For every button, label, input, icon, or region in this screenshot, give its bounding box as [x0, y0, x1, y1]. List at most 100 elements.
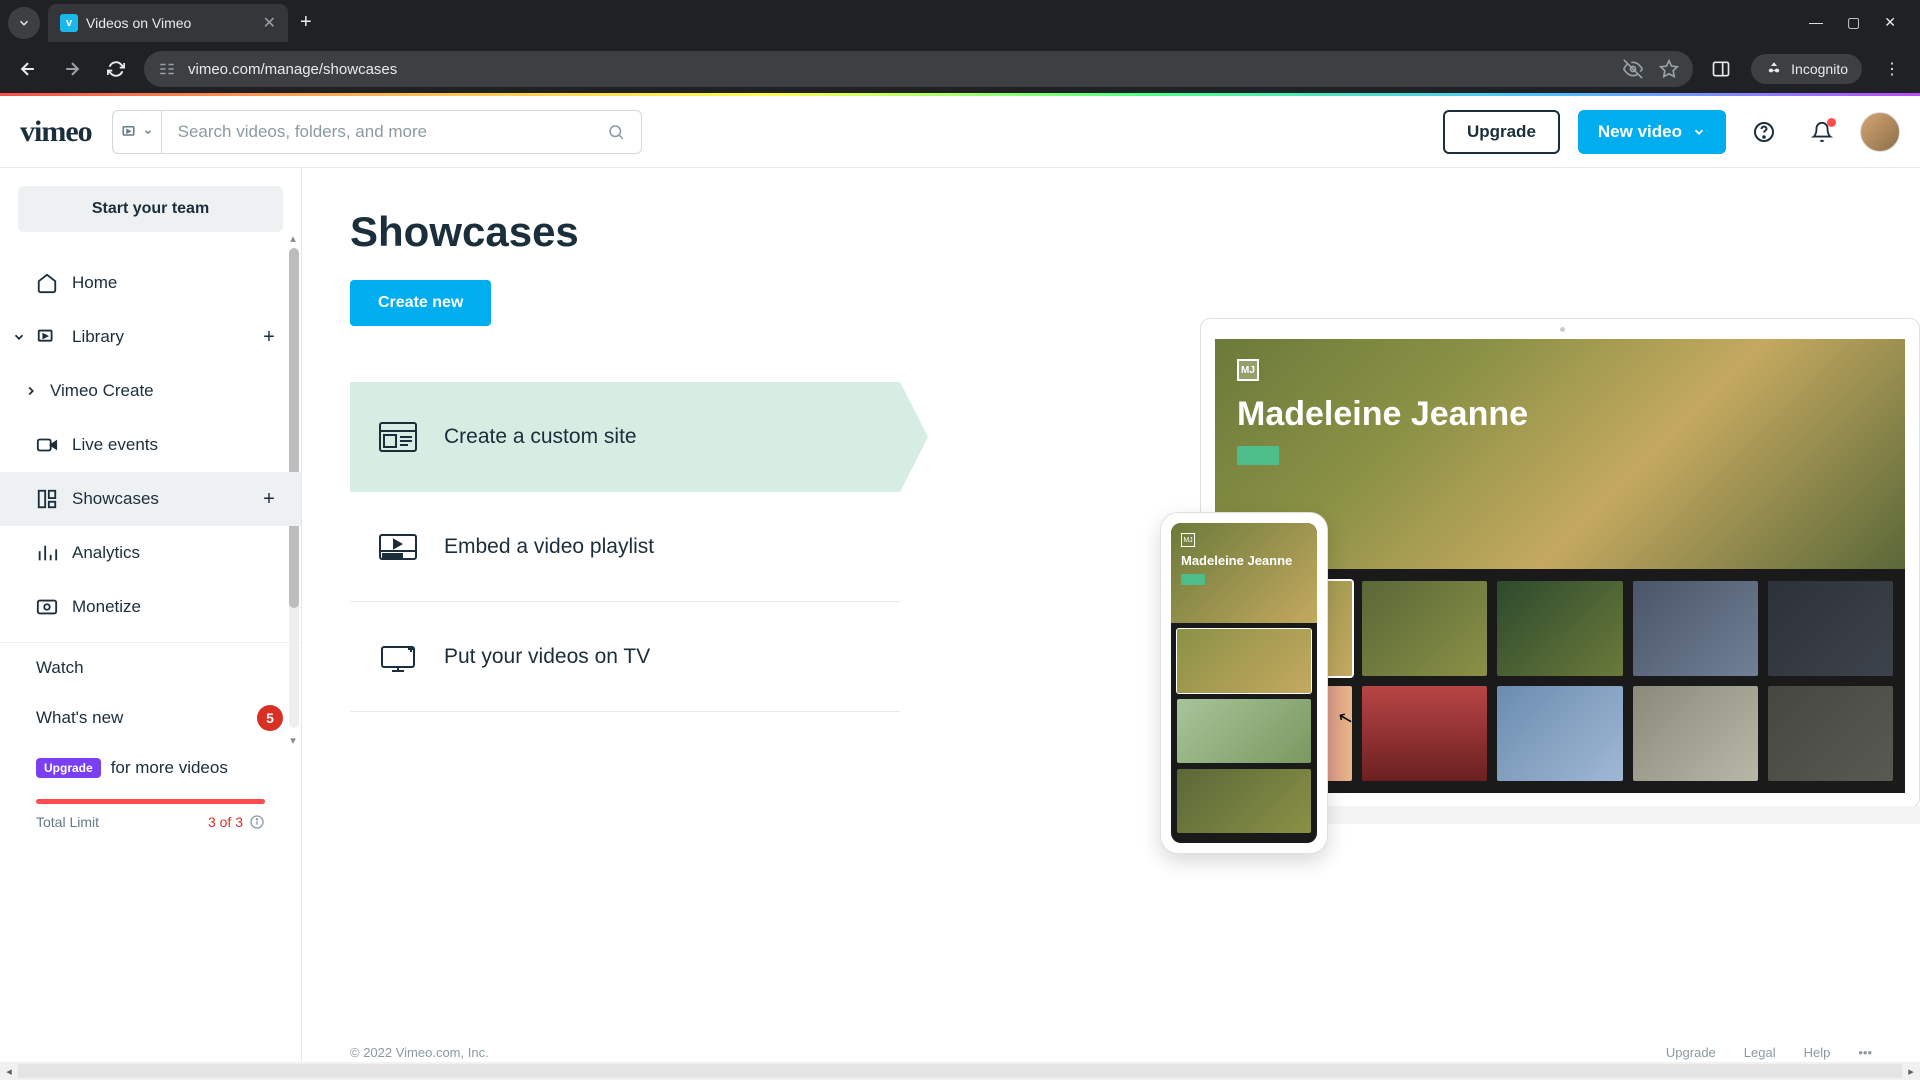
- app-root: vimeo Upgrade New video: [0, 96, 1920, 1062]
- sidebar-item-label: What's new: [36, 708, 123, 728]
- tv-icon: [378, 641, 418, 673]
- sidebar-item-label: Analytics: [72, 543, 140, 563]
- start-team-button[interactable]: Start your team: [18, 186, 283, 232]
- add-showcase-button[interactable]: +: [255, 485, 283, 513]
- close-window-button[interactable]: ✕: [1884, 14, 1896, 31]
- custom-site-icon: [378, 421, 418, 453]
- analytics-icon: [36, 542, 58, 564]
- preview-phone-item: [1177, 629, 1311, 693]
- sidebar-item-label: Monetize: [72, 597, 141, 617]
- total-limit-value: 3 of 3: [208, 814, 243, 830]
- new-video-label: New video: [1598, 122, 1682, 142]
- url-text: vimeo.com/manage/showcases: [188, 61, 397, 78]
- total-limit-label: Total Limit: [36, 814, 99, 830]
- preview-hero-title: Madeleine Jeanne: [1237, 395, 1883, 434]
- feature-label: Create a custom site: [444, 425, 637, 449]
- sidebar-item-label: Watch: [36, 658, 84, 678]
- chevron-down-icon[interactable]: [12, 330, 26, 344]
- tab-title: Videos on Vimeo: [86, 15, 191, 31]
- playlist-icon: [378, 531, 418, 563]
- notifications-button[interactable]: [1802, 112, 1842, 152]
- search-type-dropdown[interactable]: [112, 110, 162, 154]
- chevron-right-icon[interactable]: [24, 384, 38, 398]
- search-input[interactable]: [178, 122, 607, 142]
- preview-hero-pill: [1237, 446, 1279, 465]
- tab-close-button[interactable]: ✕: [263, 13, 276, 33]
- feature-tv[interactable]: Put your videos on TV: [350, 602, 900, 712]
- vimeo-logo[interactable]: vimeo: [20, 115, 92, 149]
- sidebar-item-label: Live events: [72, 435, 158, 455]
- sidebar-item-home[interactable]: Home: [0, 256, 301, 310]
- footer-upgrade-link[interactable]: Upgrade: [1666, 1045, 1716, 1060]
- horizontal-scrollbar[interactable]: ◂ ▸: [0, 1062, 1920, 1080]
- home-icon: [36, 272, 58, 294]
- side-panel-icon[interactable]: [1705, 53, 1737, 85]
- scroll-right-button[interactable]: ▸: [1902, 1065, 1920, 1078]
- chrome-menu-button[interactable]: ⋮: [1876, 53, 1908, 85]
- address-bar[interactable]: vimeo.com/manage/showcases: [144, 51, 1693, 87]
- sidebar-item-live-events[interactable]: Live events: [0, 418, 301, 472]
- sidebar-item-label: Showcases: [72, 489, 159, 509]
- tracking-protection-icon[interactable]: [1623, 59, 1643, 79]
- preview-phone-title: Madeleine Jeanne: [1181, 553, 1307, 568]
- preview-thumb: [1768, 581, 1893, 676]
- upgrade-pill: Upgrade: [36, 758, 101, 778]
- preview-phone-logo: MJ: [1181, 533, 1195, 547]
- vimeo-favicon: v: [60, 14, 78, 32]
- preview-phone-pill: [1181, 574, 1205, 585]
- upgrade-suffix: for more videos: [111, 758, 228, 778]
- browser-tab[interactable]: v Videos on Vimeo ✕: [48, 4, 288, 42]
- sidebar-item-whats-new[interactable]: What's new 5: [0, 693, 301, 743]
- footer: © 2022 Vimeo.com, Inc. Upgrade Legal Hel…: [350, 1042, 1872, 1062]
- minimize-button[interactable]: —: [1809, 14, 1823, 31]
- library-icon: [36, 326, 58, 348]
- add-to-library-button[interactable]: +: [255, 323, 283, 351]
- tab-search-button[interactable]: [8, 7, 40, 39]
- upgrade-button[interactable]: Upgrade: [1443, 110, 1560, 154]
- preview-thumb: [1497, 581, 1622, 676]
- back-button[interactable]: [12, 53, 44, 85]
- sidebar-item-watch[interactable]: Watch: [0, 643, 301, 693]
- footer-legal-link[interactable]: Legal: [1744, 1045, 1776, 1060]
- feature-custom-site[interactable]: Create a custom site: [350, 382, 900, 492]
- incognito-indicator[interactable]: Incognito: [1751, 54, 1862, 84]
- footer-copyright: © 2022 Vimeo.com, Inc.: [350, 1045, 489, 1060]
- footer-help-link[interactable]: Help: [1804, 1045, 1831, 1060]
- app-header: vimeo Upgrade New video: [0, 96, 1920, 168]
- preview-illustration: MJ Madeleine Jeanne: [1100, 318, 1920, 878]
- sidebar-item-monetize[interactable]: Monetize: [0, 580, 301, 634]
- sidebar: Start your team ▴ ▾ Home: [0, 168, 302, 1062]
- sidebar-item-vimeo-create[interactable]: Vimeo Create: [0, 364, 301, 418]
- scroll-left-button[interactable]: ◂: [0, 1065, 18, 1078]
- help-button[interactable]: [1744, 112, 1784, 152]
- new-tab-button[interactable]: +: [288, 11, 324, 34]
- new-video-button[interactable]: New video: [1578, 110, 1726, 154]
- preview-thumb: [1362, 686, 1487, 781]
- feature-embed-playlist[interactable]: Embed a video playlist: [350, 492, 900, 602]
- maximize-button[interactable]: ▢: [1847, 14, 1860, 31]
- sidebar-item-analytics[interactable]: Analytics: [0, 526, 301, 580]
- browser-chrome: v Videos on Vimeo ✕ + — ▢ ✕ vimeo.com/ma…: [0, 0, 1920, 96]
- info-icon[interactable]: [249, 814, 265, 830]
- address-row: vimeo.com/manage/showcases Incognito ⋮: [0, 45, 1920, 93]
- sidebar-scroll-up[interactable]: ▴: [287, 232, 299, 245]
- sidebar-item-library[interactable]: Library +: [0, 310, 301, 364]
- sidebar-item-label: Home: [72, 273, 117, 293]
- forward-button[interactable]: [56, 53, 88, 85]
- window-controls: — ▢ ✕: [1793, 14, 1912, 31]
- reload-button[interactable]: [100, 53, 132, 85]
- total-limit-row: Total Limit 3 of 3: [0, 804, 301, 830]
- create-new-button[interactable]: Create new: [350, 280, 491, 326]
- preview-thumb: [1633, 581, 1758, 676]
- search-icon[interactable]: [607, 123, 625, 141]
- notification-dot: [1827, 118, 1836, 127]
- site-settings-icon[interactable]: [158, 60, 176, 78]
- bookmark-icon[interactable]: [1659, 59, 1679, 79]
- sidebar-upgrade-cta[interactable]: Upgrade for more videos: [0, 743, 301, 793]
- preview-phone-item: [1177, 769, 1311, 833]
- sidebar-item-showcases[interactable]: Showcases +: [0, 472, 301, 526]
- footer-more-button[interactable]: •••: [1858, 1045, 1872, 1060]
- preview-hero-logo: MJ: [1237, 359, 1259, 381]
- user-avatar[interactable]: [1860, 112, 1900, 152]
- monetize-icon: [36, 596, 58, 618]
